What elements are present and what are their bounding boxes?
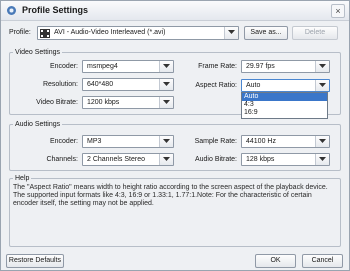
frame-rate-select[interactable]: 29.97 fps [241,60,330,73]
chevron-down-icon[interactable] [315,154,329,165]
resolution-select[interactable]: 640*480 [82,78,174,91]
chevron-down-icon[interactable] [159,136,173,147]
chevron-down-icon[interactable] [159,79,173,90]
audio-encoder-select[interactable]: MP3 [82,135,174,148]
chevron-down-icon[interactable] [224,27,238,39]
audio-settings-legend: Audio Settings [15,121,61,128]
video-encoder-value: msmpeg4 [87,63,118,70]
audio-bitrate-value: 128 kbps [246,156,275,163]
resolution-label: Resolution: [42,81,78,88]
close-icon: × [335,6,341,16]
profile-value: AVI - Audio-Video Interleaved (*.avi) [54,29,166,36]
film-icon [40,29,50,38]
chevron-down-icon[interactable] [159,154,173,165]
audio-encoder-value: MP3 [87,138,102,145]
sample-rate-label: Sample Rate: [194,138,237,145]
chevron-down-icon[interactable] [159,61,173,72]
aspect-option-16-9[interactable]: 16:9 [242,109,327,117]
close-button[interactable]: × [331,4,345,18]
help-text: The "Aspect Ratio" means width to height… [13,184,328,207]
frame-rate-value: 29.97 fps [246,63,275,70]
window-title: Profile Settings [22,5,89,15]
aspect-ratio-value: Auto [246,82,261,89]
title-bar: Profile Settings × [1,1,349,21]
ok-button[interactable]: OK [255,254,296,268]
restore-defaults-button[interactable]: Restore Defaults [6,254,64,268]
aspect-ratio-label: Aspect Ratio: [195,82,237,89]
aspect-ratio-select[interactable]: Auto [241,79,330,92]
resolution-value: 640*480 [87,81,114,88]
profile-settings-window: Profile Settings × Profile: AVI - Audio-… [0,0,350,271]
aspect-ratio-dropdown-list: Auto 4:3 16:9 [241,92,328,119]
channels-label: Channels: [46,156,78,163]
delete-button[interactable]: Delete [292,26,338,40]
audio-encoder-label: Encoder: [49,138,78,145]
channels-value: 2 Channels Stereo [87,156,145,163]
video-settings-legend: Video Settings [15,49,61,56]
video-bitrate-value: 1200 kbps [87,99,120,106]
video-encoder-label: Encoder: [49,63,78,70]
save-as-button[interactable]: Save as... [244,26,288,40]
chevron-down-icon[interactable] [315,80,329,91]
chevron-down-icon[interactable] [159,97,173,108]
audio-bitrate-select[interactable]: 128 kbps [241,153,330,166]
chevron-down-icon[interactable] [315,61,329,72]
video-encoder-select[interactable]: msmpeg4 [82,60,174,73]
aspect-option-auto[interactable]: Auto [242,93,327,101]
help-legend: Help [15,175,30,182]
video-bitrate-select[interactable]: 1200 kbps [82,96,174,109]
cancel-button[interactable]: Cancel [302,254,343,268]
sample-rate-value: 44100 Hz [246,138,276,145]
channels-select[interactable]: 2 Channels Stereo [82,153,174,166]
video-bitrate-label: Video Bitrate: [36,99,78,106]
sample-rate-select[interactable]: 44100 Hz [241,135,330,148]
profile-label: Profile: [9,29,31,36]
chevron-down-icon[interactable] [315,136,329,147]
frame-rate-label: Frame Rate: [198,63,237,70]
app-gear-icon [7,6,16,15]
aspect-option-4-3[interactable]: 4:3 [242,101,327,109]
profile-select[interactable]: AVI - Audio-Video Interleaved (*.avi) [37,26,239,40]
audio-bitrate-label: Audio Bitrate: [194,156,237,163]
